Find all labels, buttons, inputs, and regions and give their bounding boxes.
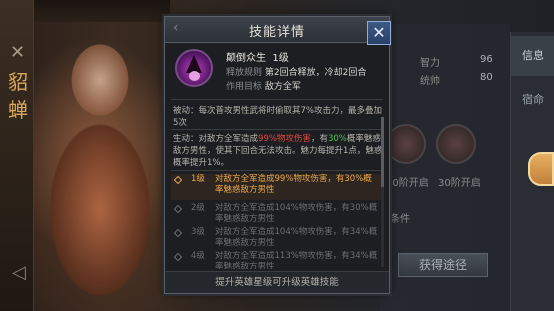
level-diamond-icon xyxy=(173,204,183,214)
scrollbar[interactable] xyxy=(381,117,384,267)
level-text: 对敌方全军造成104%物攻伤害，有34%概率魅惑敌方男性 xyxy=(215,227,378,248)
fate-slot[interactable] xyxy=(436,124,476,164)
level-number: 2级 xyxy=(191,203,205,213)
hero-portrait xyxy=(40,30,160,310)
level-diamond-icon xyxy=(173,252,183,262)
level-row: 4级 对敌方全军造成113%物攻伤害，有34%概率魅惑敌方男性 xyxy=(171,251,383,269)
skill-detail-modal: ‹ 技能详情 ✕ 颠倒众生 1级 释放规则 第2回合释放，冷却2回合 作用目标 … xyxy=(164,16,391,294)
damage-value: 99%物攻伤害 xyxy=(258,134,311,144)
stat-label: 智力 xyxy=(420,58,440,69)
tab-info[interactable]: 信息 xyxy=(511,36,554,76)
skill-title: 颠倒众生 1级 xyxy=(226,49,289,64)
passive-prefix: 被动： xyxy=(173,106,199,116)
modal-title: 技能详情 xyxy=(248,25,305,40)
close-button[interactable]: ✕ xyxy=(367,21,391,45)
hero-name-char: 貂 xyxy=(8,70,28,94)
divider xyxy=(171,170,383,171)
level-row: 3级 对敌方全军造成104%物攻伤害，有34%概率魅惑敌方男性 xyxy=(171,227,383,251)
skill-icon xyxy=(175,49,213,87)
fate-unlock-text: 30阶开启 xyxy=(386,178,429,189)
back-arrow-icon[interactable]: ◁ xyxy=(12,262,26,283)
skill-portrait-face xyxy=(189,71,200,81)
crossed-swords-icon: ✕ xyxy=(10,42,26,63)
level-text: 对敌方全军造成104%物攻伤害，有30%概率魅惑敌方男性 xyxy=(215,203,378,224)
condition-label: 条件 xyxy=(390,214,410,225)
target-label: 作用目标 xyxy=(226,82,263,92)
release-label: 释放规则 xyxy=(226,68,263,78)
divider xyxy=(171,129,383,130)
floating-assistant-badge[interactable] xyxy=(528,152,554,186)
level-number: 3级 xyxy=(191,227,205,237)
stat-label: 统帅 xyxy=(420,76,440,87)
release-rule: 释放规则 第2回合释放，冷却2回合 xyxy=(226,65,366,78)
level-diamond-icon xyxy=(173,228,183,238)
skill-level: 1级 xyxy=(272,53,289,64)
level-text: 对敌方全军造成113%物攻伤害，有34%概率魅惑敌方男性 xyxy=(215,251,378,269)
stat-value: 96 xyxy=(480,54,493,65)
level-number: 1级 xyxy=(191,174,205,184)
close-icon: ✕ xyxy=(372,23,386,42)
passive-text: 每次普攻男性武将时偷取其7%攻击力，最多叠加5次 xyxy=(173,106,383,128)
divider xyxy=(171,99,383,100)
tab-fate[interactable]: 宿命 xyxy=(511,80,554,120)
level-row: 2级 对敌方全军造成104%物攻伤害，有30%概率魅惑敌方男性 xyxy=(171,203,383,227)
active-description: 主动：对敌方全军造成99%物攻伤害，有30%概率魅惑敌方男性，使其下回合无法攻击… xyxy=(173,133,383,169)
level-row: 1级 对敌方全军造成99%物攻伤害，有30%概率魅惑敌方男性 xyxy=(171,174,383,200)
active-text: 对敌方全军造成 xyxy=(198,134,259,144)
hero-name-char: 蝉 xyxy=(8,98,28,122)
hero-name-strip: ✕ 貂 蝉 ◁ xyxy=(0,0,34,311)
target-value: 敌方全军 xyxy=(264,82,301,92)
fate-slot[interactable] xyxy=(386,124,426,164)
fate-unlock-text: 30阶开启 xyxy=(438,178,481,189)
level-diamond-icon xyxy=(173,175,183,185)
level-text: 对敌方全军造成99%物攻伤害，有30%概率魅惑敌方男性 xyxy=(215,174,372,195)
stat-value: 80 xyxy=(480,72,493,83)
active-prefix: 主动： xyxy=(173,134,199,144)
scrollbar-thumb[interactable] xyxy=(381,117,384,187)
active-text: ，有 xyxy=(310,134,328,144)
obtain-method-button[interactable]: 获得途径 xyxy=(398,253,488,277)
skill-name: 颠倒众生 xyxy=(226,53,266,64)
modal-header: ‹ 技能详情 xyxy=(165,17,389,43)
target-rule: 作用目标 敌方全军 xyxy=(226,79,301,92)
level-number: 4级 xyxy=(191,251,205,261)
chance-value: 30% xyxy=(327,134,347,144)
upgrade-hint: 提升英雄星级可升级英雄技能 xyxy=(165,271,389,293)
release-value: 第2回合释放，冷却2回合 xyxy=(264,68,367,78)
